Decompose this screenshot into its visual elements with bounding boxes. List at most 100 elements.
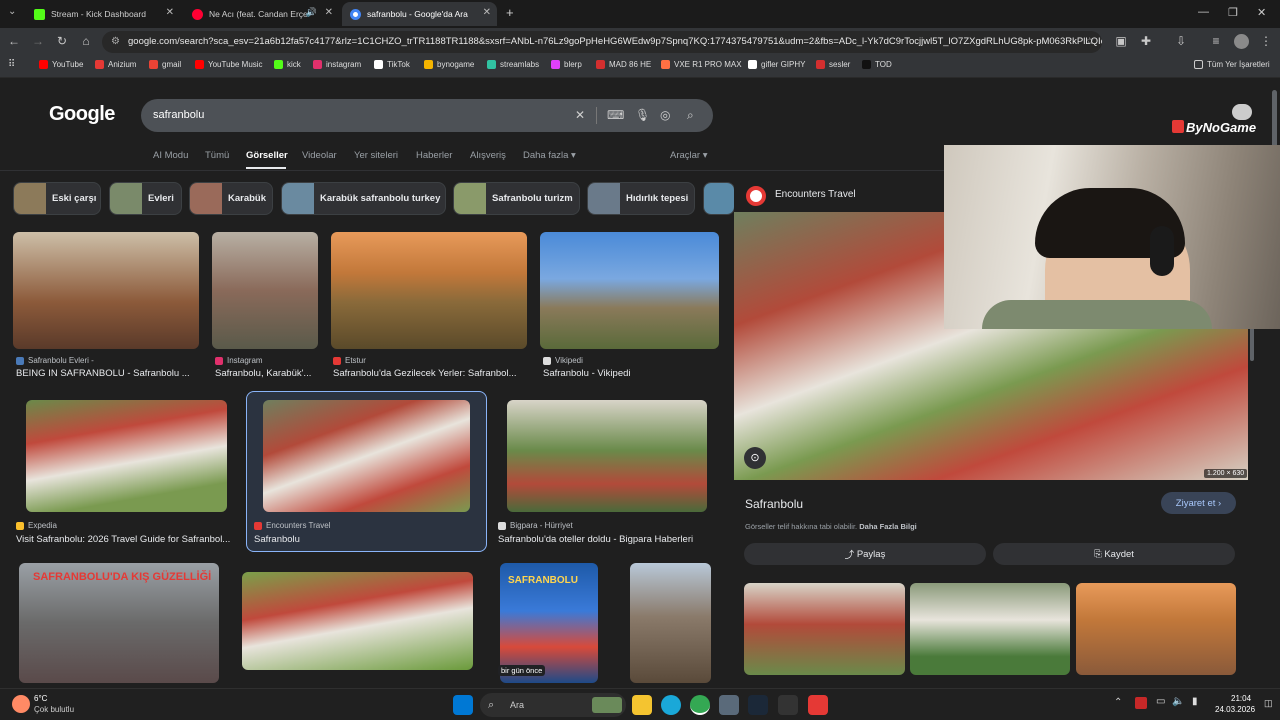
reload-icon[interactable]: ↻ — [54, 34, 70, 48]
result-image[interactable] — [13, 232, 199, 349]
bookmark-item[interactable]: MAD 86 HE — [596, 60, 651, 69]
result-title[interactable]: Visit Safranbolu: 2026 Travel Guide for … — [16, 534, 236, 545]
minimize-icon[interactable]: — — [1198, 6, 1209, 18]
result-image[interactable]: SAFRANBOLU'DA KIŞ GÜZELLİĞİ — [19, 563, 219, 683]
close-window-icon[interactable]: ✕ — [1257, 6, 1266, 19]
tab-google-search[interactable]: safranbolu - Google'da Ara ✕ — [342, 2, 497, 26]
file-explorer-icon[interactable] — [632, 695, 652, 715]
result-title[interactable]: Safranbolu — [254, 534, 474, 545]
edge-icon[interactable] — [661, 695, 681, 715]
result-title[interactable]: Safranbolu'da Gezilecek Yerler: Safranbo… — [333, 368, 527, 379]
result-image[interactable] — [507, 400, 707, 512]
media-icon[interactable]: ≡ — [1208, 34, 1224, 48]
windows-start-icon[interactable] — [453, 695, 473, 715]
tab-search-icon[interactable]: ⌄ — [8, 6, 16, 17]
clock-date[interactable]: 24.03.2026 — [1215, 705, 1255, 714]
lens-icon[interactable]: ◎ — [660, 99, 670, 132]
panel-source[interactable]: Encounters Travel — [775, 189, 856, 200]
all-bookmarks[interactable]: Tüm Yer İşaretleri — [1194, 60, 1270, 69]
result-title[interactable]: BEING IN SAFRANBOLU - Safranbolu ... — [16, 368, 196, 379]
weather-icon[interactable] — [12, 695, 30, 713]
downloads-icon[interactable]: ⇩ — [1173, 34, 1189, 48]
bookmark-star-icon[interactable]: ☆ — [1085, 31, 1094, 53]
tray-app-icon[interactable] — [1135, 697, 1147, 709]
bookmark-item[interactable]: TOD — [862, 60, 892, 69]
result-image[interactable]: SAFRANBOLU bir gün önce — [498, 563, 598, 683]
steam-icon[interactable] — [748, 695, 768, 715]
filter-news[interactable]: Haberler — [416, 150, 452, 161]
more-info-link[interactable]: Daha Fazla Bilgi — [859, 522, 917, 531]
result-image[interactable] — [242, 572, 473, 670]
bookmark-item[interactable]: gmail — [149, 60, 181, 69]
bookmark-item[interactable]: YouTube — [39, 60, 83, 69]
lens-icon[interactable]: ⊙ — [744, 447, 766, 469]
network-icon[interactable]: ▭ — [1156, 696, 1165, 707]
volume-icon[interactable]: 🔈 — [1172, 696, 1184, 707]
related-image[interactable] — [910, 583, 1070, 675]
address-bar[interactable]: ⚙ google.com/search?sca_esv=21a6b12fa57c… — [102, 31, 1102, 53]
filter-videos[interactable]: Videolar — [302, 150, 337, 161]
related-image[interactable] — [744, 583, 905, 675]
chip-more[interactable] — [703, 182, 735, 215]
result-image[interactable] — [26, 400, 227, 512]
result-image[interactable] — [540, 232, 719, 349]
back-icon[interactable]: ← — [6, 34, 22, 48]
extension-icon[interactable]: ▣ — [1113, 34, 1129, 48]
notification-icon[interactable]: ◫ — [1264, 698, 1273, 709]
taskbar-search[interactable]: ⌕ Ara — [480, 693, 626, 717]
chip-evleri[interactable]: Evleri — [109, 182, 182, 215]
clear-icon[interactable]: ✕ — [575, 99, 585, 132]
puzzle-icon[interactable]: ✚ — [1138, 34, 1154, 48]
profile-avatar[interactable] — [1234, 34, 1249, 49]
filter-more[interactable]: Daha fazla ▾ — [523, 150, 576, 161]
bookmark-item[interactable]: YouTube Music — [195, 60, 263, 69]
result-image[interactable] — [331, 232, 527, 349]
tab-music[interactable]: Ne Acı (feat. Candan Erçetin) 🔊 ✕ — [184, 2, 339, 26]
share-button[interactable]: ⤴ Paylaş — [744, 543, 986, 565]
speaker-icon[interactable]: 🔊 — [306, 7, 317, 18]
tab-kick-dashboard[interactable]: Stream - Kick Dashboard ✕ — [26, 2, 180, 26]
keyboard-icon[interactable]: ⌨ — [607, 99, 624, 132]
result-title[interactable]: Safranbolu - Vikipedi — [543, 368, 719, 379]
tray-chevron-icon[interactable]: ⌃ — [1114, 697, 1122, 708]
chrome-icon[interactable] — [690, 695, 710, 715]
filter-all[interactable]: Tümü — [205, 150, 229, 161]
bookmark-item[interactable]: sesler — [816, 60, 850, 69]
chip-karabuk-safranbolu[interactable]: Karabük safranbolu turkey — [281, 182, 446, 215]
save-button[interactable]: ⎘ Kaydet — [993, 543, 1235, 565]
app-icon[interactable] — [719, 695, 739, 715]
result-title[interactable]: Safranbolu'da oteller doldu - Bigpara Ha… — [498, 534, 718, 545]
panel-title[interactable]: Safranbolu — [745, 497, 803, 511]
battery-icon[interactable]: ▮ — [1192, 696, 1198, 707]
bookmark-item[interactable]: kick — [274, 60, 301, 69]
bookmark-item[interactable]: bynogame — [424, 60, 474, 69]
apps-icon[interactable]: ⠿ — [8, 59, 15, 70]
forward-icon[interactable]: → — [30, 34, 46, 48]
maximize-icon[interactable]: ❐ — [1228, 6, 1238, 19]
result-image[interactable] — [212, 232, 318, 349]
result-title[interactable]: Safranbolu, Karabük'... — [215, 368, 319, 379]
filter-shopping[interactable]: Alışveriş — [470, 150, 506, 161]
chip-eski-carsi[interactable]: Eski çarşı — [13, 182, 101, 215]
result-image[interactable] — [263, 400, 470, 512]
clock-time[interactable]: 21:04 — [1231, 694, 1251, 703]
close-icon[interactable]: ✕ — [483, 7, 491, 18]
filter-images[interactable]: Görseller — [246, 150, 288, 161]
chip-safranbolu-turizm[interactable]: Safranbolu turizm — [453, 182, 580, 215]
search-icon[interactable]: ⌕ — [687, 99, 694, 132]
close-icon[interactable]: ✕ — [325, 7, 333, 18]
chip-hidirlik-tepesi[interactable]: Hıdırlık tepesi — [587, 182, 695, 215]
site-info-icon[interactable]: ⚙ — [111, 31, 120, 53]
epic-games-icon[interactable] — [778, 695, 798, 715]
menu-icon[interactable]: ⋮ — [1258, 34, 1274, 48]
bookmark-item[interactable]: Anizium — [95, 60, 136, 69]
visit-button[interactable]: Ziyaret et › — [1161, 492, 1236, 514]
microphone-icon[interactable]: 🎙 — [635, 99, 650, 132]
bookmark-item[interactable]: blerp — [551, 60, 582, 69]
home-icon[interactable]: ⌂ — [78, 34, 94, 48]
result-image[interactable] — [630, 563, 711, 683]
new-tab-icon[interactable]: + — [506, 5, 514, 20]
close-icon[interactable]: ✕ — [166, 7, 174, 18]
bookmark-item[interactable]: TikTok — [374, 60, 410, 69]
filter-ai-mode[interactable]: AI Modu — [153, 150, 188, 161]
